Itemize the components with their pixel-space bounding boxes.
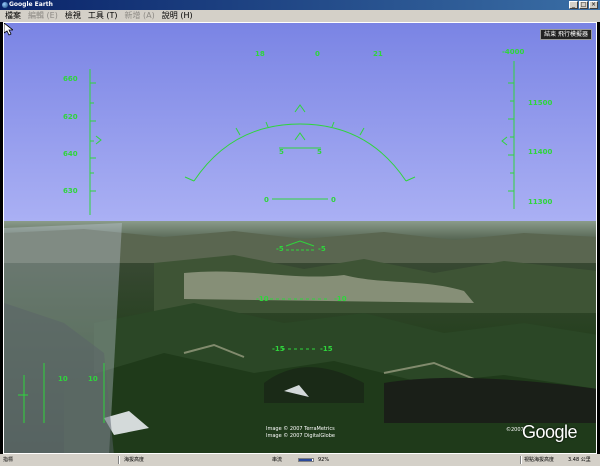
pitch-label-left-5: -5 (276, 245, 284, 253)
window-controls: _ □ × (569, 1, 598, 9)
title-bar[interactable]: Google Earth _ □ × (0, 0, 600, 10)
mouse-cursor-icon (4, 23, 13, 36)
terrain-scene: 18 0 21 660 620 640 630 -4000 11500 1140… (4, 23, 596, 453)
pitch-label-left-15: -15 (272, 345, 285, 353)
altitude-label-1: 11500 (528, 99, 552, 107)
speed-label-1: 660 (63, 75, 78, 83)
eye-altitude-label: 視點海拔高度 (524, 457, 555, 463)
vertical-speed-label: -4000 (502, 48, 525, 56)
maximize-button[interactable]: □ (579, 1, 588, 9)
imagery-credit-digitalglobe: Image © 2007 DigitalGlobe (266, 433, 335, 439)
imagery-credit-terrametrics: Image © 2007 TerraMetrics (266, 426, 335, 432)
pitch-label-right-5: -5 (318, 245, 326, 253)
menu-edit[interactable]: 編輯 (E) (23, 10, 60, 22)
elevation-status: 海拔高度 (124, 457, 145, 463)
bank-label-right: 5 (317, 148, 322, 156)
menu-file[interactable]: 檔案 (0, 10, 23, 22)
pointer-status: 指標 (3, 457, 14, 463)
bank-label-left: 5 (279, 148, 284, 156)
pitch-label-left-10: -10 (256, 295, 269, 303)
heading-label-right: 21 (373, 50, 383, 58)
menu-help[interactable]: 說明 (H) (157, 10, 195, 22)
heading-label-center: 0 (315, 50, 320, 58)
streaming-percent: 92% (318, 457, 330, 463)
menu-add[interactable]: 新增 (A) (120, 10, 157, 22)
altitude-label-2: 11400 (528, 148, 552, 156)
window-title: Google Earth (9, 1, 53, 8)
pitch-label-right-15: -15 (320, 345, 333, 353)
google-earth-window: Google Earth _ □ × 檔案 編輯 (E) 檢視 工具 (T) 新… (0, 0, 600, 466)
speed-label-2: 620 (63, 113, 78, 121)
altitude-label-3: 11300 (528, 198, 552, 206)
status-bar: 指標 海拔高度 串流 92% 視點海拔高度 3.48 公里 (0, 454, 600, 466)
exit-flight-simulator-button[interactable]: 結束 飛行模擬器 (540, 29, 592, 40)
close-button[interactable]: × (589, 1, 598, 9)
3d-viewport[interactable]: 18 0 21 660 620 640 630 -4000 11500 1140… (3, 22, 597, 454)
eye-altitude-value: 3.48 公里 (568, 457, 591, 463)
pitch-zero-left: 0 (264, 196, 269, 204)
menu-bar: 檔案 編輯 (E) 檢視 工具 (T) 新增 (A) 說明 (H) (0, 10, 600, 22)
side-label-left: 10 (58, 375, 68, 383)
pitch-zero-right: 0 (331, 196, 336, 204)
streaming-label: 串流 (272, 457, 283, 463)
side-label-right: 10 (88, 375, 98, 383)
speed-label-4: 630 (63, 187, 78, 195)
heading-label-left: 18 (255, 50, 265, 58)
google-logo: Google (522, 422, 578, 442)
menu-view[interactable]: 檢視 (60, 10, 83, 22)
status-divider (118, 456, 120, 464)
google-earth-icon (2, 2, 8, 8)
status-divider (520, 456, 522, 464)
menu-tools[interactable]: 工具 (T) (83, 10, 120, 22)
terrain-ridges (4, 223, 596, 453)
speed-label-3: 640 (63, 150, 78, 158)
minimize-button[interactable]: _ (569, 1, 578, 9)
streaming-progress-bar (298, 458, 314, 462)
streaming-progress-fill (299, 459, 312, 461)
pitch-label-right-10: -10 (334, 295, 347, 303)
